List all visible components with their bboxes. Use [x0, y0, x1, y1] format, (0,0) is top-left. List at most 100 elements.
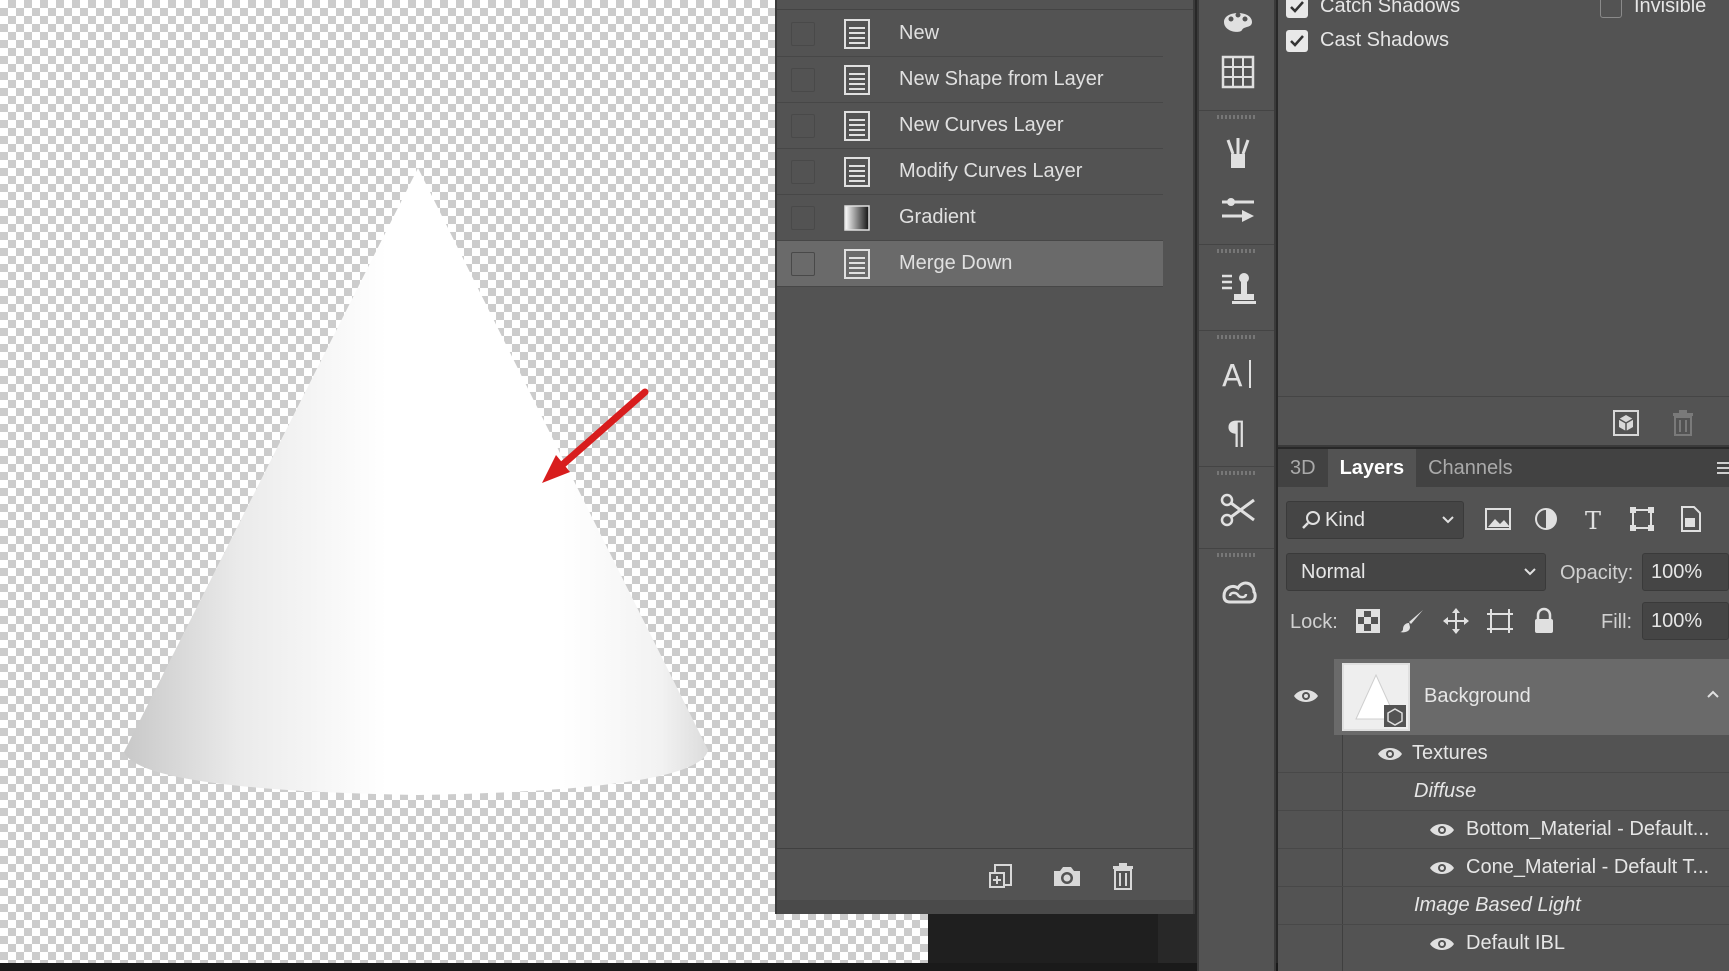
- properties-panel: Catch Shadows Invisible Cast Shadows: [1278, 0, 1729, 447]
- visibility-eye-icon[interactable]: [1428, 859, 1456, 877]
- filter-kind-select[interactable]: Kind: [1286, 501, 1464, 539]
- fill-label: Fill:: [1601, 611, 1633, 633]
- camera-icon[interactable]: [1050, 861, 1082, 891]
- lock-image-pixels-icon[interactable]: [1398, 607, 1426, 635]
- smart-object-filter-icon[interactable]: [1676, 505, 1704, 533]
- layer-thumbnail: [1342, 663, 1410, 731]
- history-item[interactable]: New Shape from Layer: [777, 57, 1163, 103]
- invisible-checkbox[interactable]: [1600, 0, 1622, 18]
- lock-position-icon[interactable]: [1442, 607, 1470, 635]
- history-footer: [777, 848, 1193, 900]
- history-item-selected[interactable]: Merge Down: [777, 241, 1163, 287]
- document-icon: [844, 18, 870, 49]
- layer-row-background[interactable]: Background: [1278, 659, 1729, 735]
- bottom-material-label: Bottom_Material - Default...: [1466, 818, 1710, 840]
- trash-icon[interactable]: [1107, 861, 1139, 891]
- snapshot-checkbox[interactable]: [791, 159, 815, 184]
- chevron-down-icon: [1442, 516, 1454, 524]
- history-item-label: New Shape from Layer: [899, 68, 1104, 90]
- chevron-down-icon: [1524, 568, 1536, 576]
- adjustment-layer-filter-icon[interactable]: [1532, 505, 1560, 533]
- panel-resize-grip[interactable]: [777, 900, 1193, 914]
- history-list: New New Shape from Layer New Curves Laye…: [777, 11, 1163, 287]
- creative-cloud-libraries-icon[interactable]: [1218, 572, 1258, 612]
- filter-kind-label: Kind: [1325, 508, 1366, 531]
- red-arrow-annotation: [542, 388, 649, 483]
- paragraph-icon[interactable]: ¶: [1218, 410, 1258, 450]
- brushes-icon[interactable]: [1218, 132, 1258, 172]
- default-ibl-label: Default IBL: [1466, 932, 1565, 954]
- panel-icon-strip: A ¶: [1197, 0, 1276, 971]
- catch-shadows-label: Catch Shadows: [1320, 0, 1461, 17]
- svg-text:T: T: [1585, 507, 1601, 533]
- ibl-header-label: Image Based Light: [1414, 894, 1581, 916]
- blend-mode-value: Normal: [1301, 560, 1366, 583]
- history-item[interactable]: Gradient: [777, 195, 1163, 241]
- opacity-input[interactable]: 100%: [1642, 553, 1729, 591]
- trash-icon[interactable]: [1670, 409, 1696, 437]
- properties-footer: [1278, 396, 1729, 446]
- layer-row-cone-material[interactable]: Cone_Material - Default T...: [1278, 849, 1729, 887]
- pixel-layer-filter-icon[interactable]: [1484, 505, 1512, 533]
- lock-all-icon[interactable]: [1530, 607, 1558, 635]
- layers-panel: 3D Layers Channels Kind T Normal Opacity…: [1278, 449, 1729, 971]
- fill-value: 100%: [1651, 609, 1703, 632]
- document-icon: [844, 110, 870, 141]
- chevron-up-icon[interactable]: [1706, 689, 1720, 699]
- snapshot-checkbox[interactable]: [791, 21, 815, 46]
- cone-material-label: Cone_Material - Default T...: [1466, 856, 1710, 878]
- snapshot-checkbox[interactable]: [791, 205, 815, 230]
- tab-channels[interactable]: Channels: [1416, 449, 1525, 487]
- layer-row-textures[interactable]: Textures: [1278, 735, 1729, 773]
- visibility-eye-icon[interactable]: [1376, 745, 1404, 763]
- history-item[interactable]: Modify Curves Layer: [777, 149, 1163, 195]
- lock-artboard-icon[interactable]: [1486, 607, 1514, 635]
- type-layer-filter-icon[interactable]: T: [1580, 505, 1608, 533]
- invisible-option[interactable]: Invisible: [1600, 0, 1706, 18]
- swatches-palette-icon[interactable]: [1218, 0, 1258, 40]
- snapshot-checkbox[interactable]: [791, 251, 815, 276]
- shape-layer-filter-icon[interactable]: [1628, 505, 1656, 533]
- panel-menu-icon[interactable]: [1717, 461, 1729, 475]
- cast-shadows-checkbox[interactable]: [1286, 29, 1308, 52]
- lock-transparent-pixels-icon[interactable]: [1354, 607, 1382, 635]
- invisible-label: Invisible: [1634, 0, 1707, 17]
- new-document-from-state-icon[interactable]: [987, 861, 1019, 891]
- blend-mode-select[interactable]: Normal: [1286, 553, 1546, 591]
- visibility-eye-icon[interactable]: [1292, 687, 1320, 705]
- cast-shadows-label: Cast Shadows: [1320, 29, 1449, 51]
- cast-shadows-option[interactable]: Cast Shadows: [1286, 29, 1449, 52]
- catch-shadows-checkbox[interactable]: [1286, 0, 1308, 18]
- textures-label: Textures: [1412, 742, 1488, 764]
- diffuse-label: Diffuse: [1414, 780, 1477, 802]
- catch-shadows-option[interactable]: Catch Shadows: [1286, 0, 1460, 18]
- checkmark-icon: [1290, 0, 1304, 13]
- tab-3d[interactable]: 3D: [1278, 449, 1328, 487]
- visibility-eye-icon[interactable]: [1428, 821, 1456, 839]
- document-icon: [844, 156, 870, 187]
- snapshot-checkbox[interactable]: [791, 113, 815, 138]
- svg-text:¶: ¶: [1226, 414, 1246, 450]
- tab-layers[interactable]: Layers: [1327, 449, 1417, 487]
- layer-row-default-ibl[interactable]: Default IBL: [1278, 925, 1729, 963]
- grid-swatches-icon[interactable]: [1218, 52, 1258, 92]
- tool-presets-icon[interactable]: [1218, 490, 1258, 530]
- svg-text:A: A: [1222, 359, 1243, 394]
- render-3d-icon[interactable]: [1612, 409, 1640, 437]
- layer-row-bottom-material[interactable]: Bottom_Material - Default...: [1278, 811, 1729, 849]
- history-item[interactable]: New Curves Layer: [777, 103, 1163, 149]
- checkmark-icon: [1290, 34, 1304, 47]
- history-item-label: New: [899, 22, 940, 44]
- history-item-label: Merge Down: [899, 252, 1013, 274]
- clone-source-icon[interactable]: [1218, 268, 1258, 308]
- snapshot-checkbox[interactable]: [791, 67, 815, 92]
- history-item[interactable]: New: [777, 11, 1163, 57]
- layer-name: Background: [1424, 685, 1531, 707]
- document-icon: [844, 248, 870, 279]
- layer-row-image-based-light: Image Based Light: [1278, 887, 1729, 925]
- character-icon[interactable]: A: [1218, 354, 1258, 394]
- fill-input[interactable]: 100%: [1642, 602, 1729, 640]
- visibility-eye-icon[interactable]: [1428, 935, 1456, 953]
- document-icon: [844, 64, 870, 95]
- brush-settings-icon[interactable]: [1218, 190, 1258, 230]
